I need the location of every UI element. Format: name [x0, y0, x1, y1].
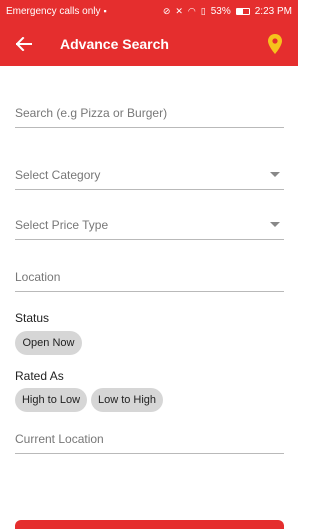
- back-button[interactable]: [12, 32, 36, 56]
- search-input[interactable]: [15, 105, 284, 120]
- chip-low-to-high[interactable]: Low to High: [91, 388, 163, 412]
- battery-percent: 53%: [210, 5, 231, 17]
- price-type-placeholder: Select Price Type: [15, 217, 109, 232]
- sim-icon: ▯: [200, 5, 206, 16]
- chip-high-to-low[interactable]: High to Low: [15, 388, 87, 412]
- battery-level: [236, 8, 244, 14]
- clock: 2:23 PM: [254, 5, 292, 17]
- page-title: Advance Search: [60, 36, 169, 52]
- current-location-field[interactable]: [15, 424, 284, 454]
- chip-open-now[interactable]: Open Now: [15, 331, 82, 355]
- dropdown-arrow-icon: [270, 222, 280, 227]
- wifi-icon: ◠: [187, 5, 196, 16]
- notification-icon: ▪: [103, 5, 107, 16]
- search-field[interactable]: [15, 98, 284, 128]
- app-bar: Advance Search: [0, 22, 298, 66]
- dropdown-arrow-icon: [270, 172, 280, 177]
- battery-icon: [235, 7, 250, 15]
- category-select[interactable]: Select Category: [15, 160, 284, 190]
- status-bar: Emergency calls only ▪ ⊘ ✕ ◠ ▯ 53% 2:23 …: [0, 0, 298, 22]
- carrier-text: Emergency calls only: [6, 5, 101, 17]
- alarm-icon: ⊘: [162, 5, 171, 16]
- location-input[interactable]: [15, 269, 284, 284]
- mute-icon: ✕: [175, 5, 183, 16]
- arrow-left-icon: [16, 37, 32, 51]
- category-placeholder: Select Category: [15, 167, 101, 182]
- search-button[interactable]: [15, 520, 284, 529]
- current-location-input[interactable]: [15, 431, 284, 446]
- status-left: Emergency calls only ▪: [6, 6, 107, 17]
- location-field[interactable]: [15, 262, 284, 292]
- map-pin-icon: [268, 34, 282, 54]
- price-type-select[interactable]: Select Price Type: [15, 210, 284, 240]
- status-label: Status: [15, 311, 50, 325]
- status-right: ⊘ ✕ ◠ ▯ 53% 2:23 PM: [163, 6, 292, 17]
- rated-as-label: Rated As: [15, 369, 64, 383]
- location-button[interactable]: [264, 32, 286, 56]
